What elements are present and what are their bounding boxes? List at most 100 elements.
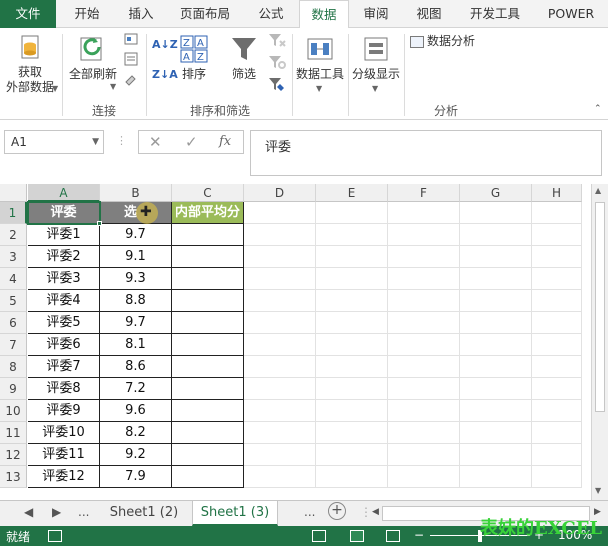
cell-f5[interactable] — [388, 290, 460, 312]
cell-a2[interactable]: 评委1 — [28, 224, 100, 246]
cell-g7[interactable] — [460, 334, 532, 356]
clear-filter-icon[interactable] — [268, 32, 286, 51]
cell-d8[interactable] — [244, 356, 316, 378]
tab-insert[interactable]: 插入 — [116, 0, 166, 28]
tab-file[interactable]: 文件 — [0, 0, 56, 28]
page-break-view-icon[interactable] — [386, 530, 400, 542]
select-all-corner[interactable] — [0, 184, 27, 202]
formula-input[interactable]: 评委 — [250, 130, 602, 176]
cell-h9[interactable] — [532, 378, 582, 400]
cell-a6[interactable]: 评委5 — [28, 312, 100, 334]
cell-d5[interactable] — [244, 290, 316, 312]
cell-f3[interactable] — [388, 246, 460, 268]
cell-b3[interactable]: 9.1 — [100, 246, 172, 268]
cell-f9[interactable] — [388, 378, 460, 400]
cell-c12[interactable] — [172, 444, 244, 466]
enter-icon[interactable]: ✓ — [185, 133, 198, 151]
cell-g4[interactable] — [460, 268, 532, 290]
insert-function-icon[interactable]: fx — [219, 134, 231, 149]
name-box[interactable]: A1 ▼ — [4, 130, 104, 154]
cell-a12[interactable]: 评委11 — [28, 444, 100, 466]
properties-icon[interactable] — [124, 52, 138, 69]
cell-f10[interactable] — [388, 400, 460, 422]
cell-c6[interactable] — [172, 312, 244, 334]
reapply-icon[interactable] — [268, 54, 286, 73]
cell-d1[interactable] — [244, 202, 316, 224]
cell-e7[interactable] — [316, 334, 388, 356]
outline-button[interactable]: 分级显示 — [350, 34, 402, 82]
column-header-b[interactable]: B — [100, 184, 172, 202]
cell-d11[interactable] — [244, 422, 316, 444]
cell-f2[interactable] — [388, 224, 460, 246]
cell-a7[interactable]: 评委6 — [28, 334, 100, 356]
zoom-out-icon[interactable]: − — [414, 528, 424, 542]
cell-h5[interactable] — [532, 290, 582, 312]
drag-handle-icon[interactable]: ⋮ — [116, 134, 127, 147]
cell-e10[interactable] — [316, 400, 388, 422]
cell-g1[interactable] — [460, 202, 532, 224]
vertical-scroll-thumb[interactable] — [595, 202, 605, 412]
cell-g6[interactable] — [460, 312, 532, 334]
cell-d9[interactable] — [244, 378, 316, 400]
cell-a11[interactable]: 评委10 — [28, 422, 100, 444]
cell-c5[interactable] — [172, 290, 244, 312]
drag-handle-icon[interactable]: ⋮ — [360, 505, 372, 519]
cell-a8[interactable]: 评委7 — [28, 356, 100, 378]
column-header-a[interactable]: A — [28, 184, 100, 202]
row-header[interactable]: 7 — [0, 334, 27, 356]
sheet-tab-2[interactable]: Sheet1 (2) — [100, 501, 188, 526]
cell-c3[interactable] — [172, 246, 244, 268]
vertical-scrollbar[interactable]: ▲ ▼ — [591, 184, 608, 500]
scroll-left-icon[interactable]: ◀ — [24, 505, 33, 519]
cell-f6[interactable] — [388, 312, 460, 334]
cell-d12[interactable] — [244, 444, 316, 466]
scroll-down-icon[interactable]: ▼ — [595, 486, 601, 495]
cell-c7[interactable] — [172, 334, 244, 356]
more-sheets-right[interactable]: ... — [304, 505, 315, 519]
fill-handle[interactable] — [97, 221, 102, 226]
advanced-filter-icon[interactable] — [268, 76, 286, 95]
cell-b4[interactable]: 9.3 — [100, 268, 172, 290]
cell-h1[interactable] — [532, 202, 582, 224]
normal-view-icon[interactable] — [312, 530, 326, 542]
data-tools-button[interactable]: 数据工具 — [294, 34, 346, 82]
row-header[interactable]: 4 — [0, 268, 27, 290]
cell-a9[interactable]: 评委8 — [28, 378, 100, 400]
cell-b5[interactable]: 8.8 — [100, 290, 172, 312]
cell-h2[interactable] — [532, 224, 582, 246]
tab-page-layout[interactable]: 页面布局 — [172, 0, 238, 28]
cell-h3[interactable] — [532, 246, 582, 268]
cell-h10[interactable] — [532, 400, 582, 422]
cell-h12[interactable] — [532, 444, 582, 466]
cell-f7[interactable] — [388, 334, 460, 356]
cell-e13[interactable] — [316, 466, 388, 488]
connections-icon[interactable] — [124, 32, 138, 49]
filter-button[interactable]: 筛选 — [224, 34, 264, 82]
tab-view[interactable]: 视图 — [406, 0, 452, 28]
edit-links-icon[interactable] — [124, 72, 138, 89]
scroll-up-icon[interactable]: ▲ — [595, 186, 601, 195]
cell-e1[interactable] — [316, 202, 388, 224]
cell-h7[interactable] — [532, 334, 582, 356]
cell-g9[interactable] — [460, 378, 532, 400]
cell-g10[interactable] — [460, 400, 532, 422]
sort-ascending-icon[interactable]: A↓Z — [152, 38, 178, 51]
column-header-c[interactable]: C — [172, 184, 244, 202]
hscroll-left-icon[interactable]: ◀ — [372, 507, 379, 517]
cell-b9[interactable]: 7.2 — [100, 378, 172, 400]
row-header[interactable]: 5 — [0, 290, 27, 312]
cell-e8[interactable] — [316, 356, 388, 378]
get-external-data-button[interactable]: 获取 外部数据 — [2, 34, 58, 95]
cell-g11[interactable] — [460, 422, 532, 444]
cell-e12[interactable] — [316, 444, 388, 466]
cell-g2[interactable] — [460, 224, 532, 246]
add-sheet-icon[interactable]: + — [328, 502, 346, 520]
cancel-icon[interactable]: ✕ — [149, 133, 162, 151]
cell-g8[interactable] — [460, 356, 532, 378]
row-header[interactable]: 9 — [0, 378, 27, 400]
cell-c2[interactable] — [172, 224, 244, 246]
row-header[interactable]: 11 — [0, 422, 27, 444]
cell-h8[interactable] — [532, 356, 582, 378]
cell-f8[interactable] — [388, 356, 460, 378]
tab-home[interactable]: 开始 — [62, 0, 112, 28]
